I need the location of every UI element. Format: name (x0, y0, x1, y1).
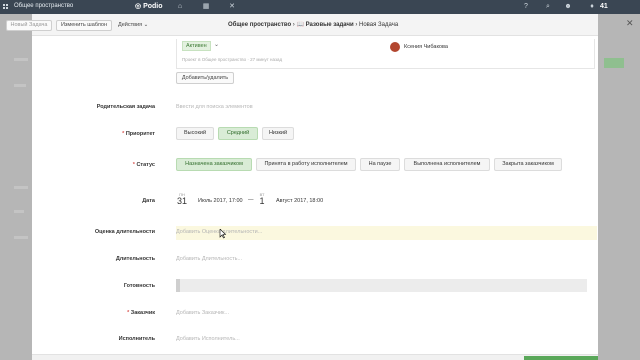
breadcrumb-app[interactable]: Разовые задачи (306, 22, 354, 28)
priority-label-text: Приоритет (125, 131, 155, 137)
status-badge[interactable]: Активен (182, 41, 211, 51)
actions-menu[interactable]: Действия ⌄ (118, 22, 148, 28)
duration-input[interactable]: Добавить Длительность... (176, 256, 242, 262)
avatar[interactable] (390, 42, 400, 52)
search-icon[interactable]: ⌕ (544, 3, 552, 11)
customer-label: * Заказчик (35, 310, 155, 316)
end-date-text[interactable]: Август 2017, 18:00 (276, 198, 323, 204)
breadcrumb-workspace[interactable]: Общее пространство (228, 22, 291, 28)
background-line (14, 84, 26, 87)
start-date-badge[interactable]: ПН 31 (176, 192, 188, 206)
modal-footer (32, 354, 598, 360)
meta-text: Проект в Общее пространство · 27 минут н… (182, 57, 283, 62)
priority-option-low[interactable]: Низкий (262, 127, 294, 140)
help-icon[interactable]: ? (522, 3, 530, 11)
status-option-closed[interactable]: Закрыта заказчиком (494, 158, 562, 171)
background-button (604, 58, 624, 68)
user-icon[interactable]: ☻ (564, 3, 572, 11)
user-name[interactable]: Ксения Чибакова (404, 44, 448, 50)
parent-task-label: Родительская задача (96, 104, 155, 110)
end-day: 1 (259, 196, 265, 206)
priority-label: * Приоритет (35, 131, 155, 137)
priority-option-high[interactable]: Высокий (176, 127, 214, 140)
status-option-paused[interactable]: На паузе (360, 158, 400, 171)
executor-input[interactable]: Добавить Исполнитель... (176, 336, 240, 342)
background-line (14, 236, 28, 239)
background-line (14, 210, 24, 213)
status-label-text: Статус (136, 162, 155, 168)
tools-icon[interactable]: ✕ (228, 3, 236, 11)
customer-input[interactable]: Добавить Заказчик... (176, 310, 229, 316)
end-date-badge[interactable]: ВТ 1 (256, 192, 268, 206)
required-mark: * (127, 310, 130, 316)
chevron-down-icon[interactable]: ⌄ (214, 41, 219, 48)
required-mark: * (122, 131, 125, 137)
breadcrumb: Общее пространство › 📖 Разовые задачи › … (228, 21, 398, 28)
status-option-done[interactable]: Выполнена исполнителем (404, 158, 490, 171)
podio-logo[interactable]: ◎ Podio (135, 2, 163, 10)
bell-icon[interactable]: ♦ (588, 3, 596, 11)
calendar-icon[interactable]: ▦ (202, 3, 210, 11)
notification-count[interactable]: 41 (600, 3, 608, 10)
date-separator: — (248, 197, 254, 203)
readiness-progress[interactable] (176, 279, 587, 292)
customer-label-text: Заказчик (130, 310, 155, 316)
breadcrumb-item: Новая Задача (359, 22, 399, 28)
readiness-label: Готовность (123, 283, 155, 289)
status-label: * Статус (35, 162, 155, 168)
date-label: Дата (142, 198, 155, 204)
priority-option-medium[interactable]: Средний (218, 127, 258, 140)
save-button[interactable] (524, 356, 598, 360)
home-icon[interactable]: ⌂ (176, 3, 184, 11)
estimate-label: Оценка длительности (94, 229, 155, 235)
status-option-assigned[interactable]: Назначена заказчиком (176, 158, 252, 171)
progress-handle[interactable] (176, 279, 180, 292)
add-remove-button[interactable]: Добавить/удалить (176, 72, 234, 84)
background-line (14, 58, 28, 61)
top-bar: Общее пространство ◎ Podio ⌂ ▦ ✕ ? ⌕ ☻ ♦… (0, 0, 640, 14)
start-date-text[interactable]: Июль 2017, 17:00 (198, 198, 243, 204)
apps-grid-icon[interactable] (3, 4, 9, 10)
background-line (14, 186, 28, 189)
new-task-button[interactable]: Новый Задача (6, 20, 52, 31)
status-option-accepted[interactable]: Принята в работу исполнителем (256, 158, 356, 171)
mouse-cursor-icon (219, 229, 227, 239)
close-icon[interactable]: ✕ (626, 18, 634, 29)
header-card (176, 39, 595, 69)
start-day: 31 (176, 196, 187, 206)
book-icon: 📖 (296, 22, 304, 28)
parent-task-input[interactable]: Ввести для поиска элементов (176, 104, 253, 110)
change-template-button[interactable]: Изменить шаблон (56, 20, 112, 31)
executor-label: Исполнитель (118, 336, 155, 342)
chevron-down-icon: ⌄ (143, 22, 149, 28)
logo-text: Podio (143, 3, 163, 10)
required-mark: * (132, 162, 135, 168)
actions-label: Действия (118, 22, 143, 28)
duration-label: Длительность (115, 256, 155, 262)
workspace-name[interactable]: Общее пространство (14, 3, 73, 9)
